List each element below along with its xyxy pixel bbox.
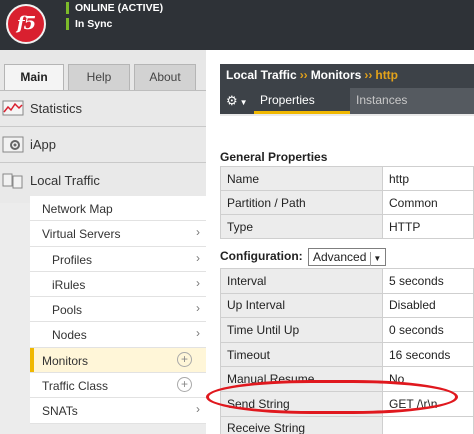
nav-tabs: Main Help About xyxy=(0,64,206,91)
chevron-right-icon[interactable]: › xyxy=(196,402,200,416)
select-value: Advanced xyxy=(313,250,367,264)
table-row: Receive String xyxy=(220,415,474,434)
chevron-right-icon[interactable]: › xyxy=(196,326,200,340)
tab-instances[interactable]: Instances xyxy=(350,88,474,114)
statistics-chart-icon xyxy=(2,100,24,116)
sidebar-item-irules[interactable]: iRules › xyxy=(30,271,206,298)
general-properties-table: Name http Partition / Path Common Type H… xyxy=(220,166,474,239)
plus-icon[interactable]: + xyxy=(177,351,192,367)
config-key: Time Until Up xyxy=(220,317,383,343)
device-status: ONLINE (ACTIVE) xyxy=(66,2,164,15)
iapp-label: iApp xyxy=(30,137,57,152)
property-value: http xyxy=(382,166,474,191)
breadcrumb-monitors[interactable]: Monitors xyxy=(311,68,362,82)
tab-properties[interactable]: Properties xyxy=(254,88,350,114)
config-key: Receive String xyxy=(220,415,383,434)
iapp-gear-icon xyxy=(2,136,24,153)
sync-status: In Sync xyxy=(66,18,113,31)
gear-icon: ⚙ xyxy=(226,93,238,108)
tab-help[interactable]: Help xyxy=(68,64,130,90)
tab-main[interactable]: Main xyxy=(4,64,64,91)
configuration-label: Configuration: xyxy=(220,249,303,264)
menu-label: Monitors xyxy=(42,353,89,368)
chevron-right-icon[interactable]: › xyxy=(196,276,200,290)
top-banner: f5 ONLINE (ACTIVE) In Sync xyxy=(0,0,474,50)
config-value: Disabled xyxy=(382,292,474,319)
breadcrumb-separator: ›› xyxy=(299,68,308,82)
menu-label: Network Map xyxy=(42,202,113,216)
breadcrumb-current: http xyxy=(375,68,399,82)
menu-label: SNATs xyxy=(42,404,78,419)
chevron-right-icon[interactable]: › xyxy=(196,251,200,265)
property-value: HTTP xyxy=(382,214,474,239)
configuration-header: Configuration: Advanced ▼ xyxy=(220,248,387,266)
config-value: 5 seconds xyxy=(382,268,474,294)
sidebar-item-snats[interactable]: SNATs › xyxy=(30,398,206,424)
send-string-highlight xyxy=(206,380,458,414)
f5-logo[interactable]: f5 xyxy=(6,4,46,44)
sidebar-item-traffic-class[interactable]: Traffic Class + xyxy=(30,373,206,399)
menu-label: Pools xyxy=(52,303,83,318)
table-row: Type HTTP xyxy=(220,214,474,239)
menu-label: Profiles xyxy=(52,252,93,267)
sidebar-item-network-map[interactable]: Network Map xyxy=(30,196,206,222)
sync-text: In Sync xyxy=(75,18,113,30)
status-text: ONLINE (ACTIVE) xyxy=(75,2,164,14)
table-row: Partition / Path Common xyxy=(220,190,474,215)
sidebar-item-monitors[interactable]: Monitors + xyxy=(30,347,206,374)
config-value xyxy=(382,415,474,434)
gear-menu-button[interactable]: ⚙ ▼ xyxy=(220,88,254,114)
left-navigation: Main Help About Statistics iApp Local Tr… xyxy=(0,50,206,434)
config-key: Timeout xyxy=(220,341,383,368)
page-toolbar: ⚙ ▼ Properties Instances xyxy=(220,88,474,116)
table-row: Interval 5 seconds xyxy=(220,268,474,294)
plus-icon[interactable]: + xyxy=(177,377,192,393)
property-key: Partition / Path xyxy=(220,190,383,215)
property-key: Name xyxy=(220,166,383,191)
chevron-right-icon[interactable]: › xyxy=(196,301,200,315)
chevron-down-icon: ▼ xyxy=(239,98,248,107)
breadcrumb-local-traffic[interactable]: Local Traffic xyxy=(226,68,297,82)
config-key: Up Interval xyxy=(220,292,383,319)
config-value: 0 seconds xyxy=(382,317,474,343)
menu-label: Nodes xyxy=(52,328,87,343)
table-row: Name http xyxy=(220,166,474,191)
config-key: Interval xyxy=(220,268,383,294)
status-indicator-icon xyxy=(66,2,69,15)
chevron-right-icon[interactable]: › xyxy=(196,225,200,239)
local-traffic-icon xyxy=(2,173,23,189)
table-row: Time Until Up 0 seconds xyxy=(220,317,474,343)
sidebar-item-iapp[interactable]: iApp xyxy=(0,127,206,163)
breadcrumb: Local Traffic ›› Monitors ›› http xyxy=(220,64,474,88)
menu-label: Virtual Servers xyxy=(42,227,121,242)
sidebar-item-virtual-servers[interactable]: Virtual Servers › xyxy=(30,221,206,247)
menu-label: iRules xyxy=(52,277,86,292)
sidebar-item-pools[interactable]: Pools › xyxy=(30,297,206,323)
menu-label: Traffic Class xyxy=(42,379,109,394)
local-traffic-label: Local Traffic xyxy=(30,173,100,188)
tab-about[interactable]: About xyxy=(134,64,196,90)
statistics-label: Statistics xyxy=(30,101,83,116)
property-value: Common xyxy=(382,190,474,215)
property-key: Type xyxy=(220,214,383,239)
config-value: 16 seconds xyxy=(382,341,474,368)
sidebar-item-nodes[interactable]: Nodes › xyxy=(30,322,206,348)
breadcrumb-separator: ›› xyxy=(364,68,373,82)
local-traffic-submenu: Network Map Virtual Servers › Profiles ›… xyxy=(30,196,206,424)
general-properties-title: General Properties xyxy=(220,150,328,164)
configuration-select[interactable]: Advanced ▼ xyxy=(308,248,387,266)
table-row: Timeout 16 seconds xyxy=(220,341,474,368)
sidebar-item-profiles[interactable]: Profiles › xyxy=(30,246,206,272)
sync-indicator-icon xyxy=(66,18,69,31)
table-row: Up Interval Disabled xyxy=(220,292,474,319)
sidebar-item-statistics[interactable]: Statistics xyxy=(0,91,206,127)
chevron-down-icon: ▼ xyxy=(370,252,383,266)
